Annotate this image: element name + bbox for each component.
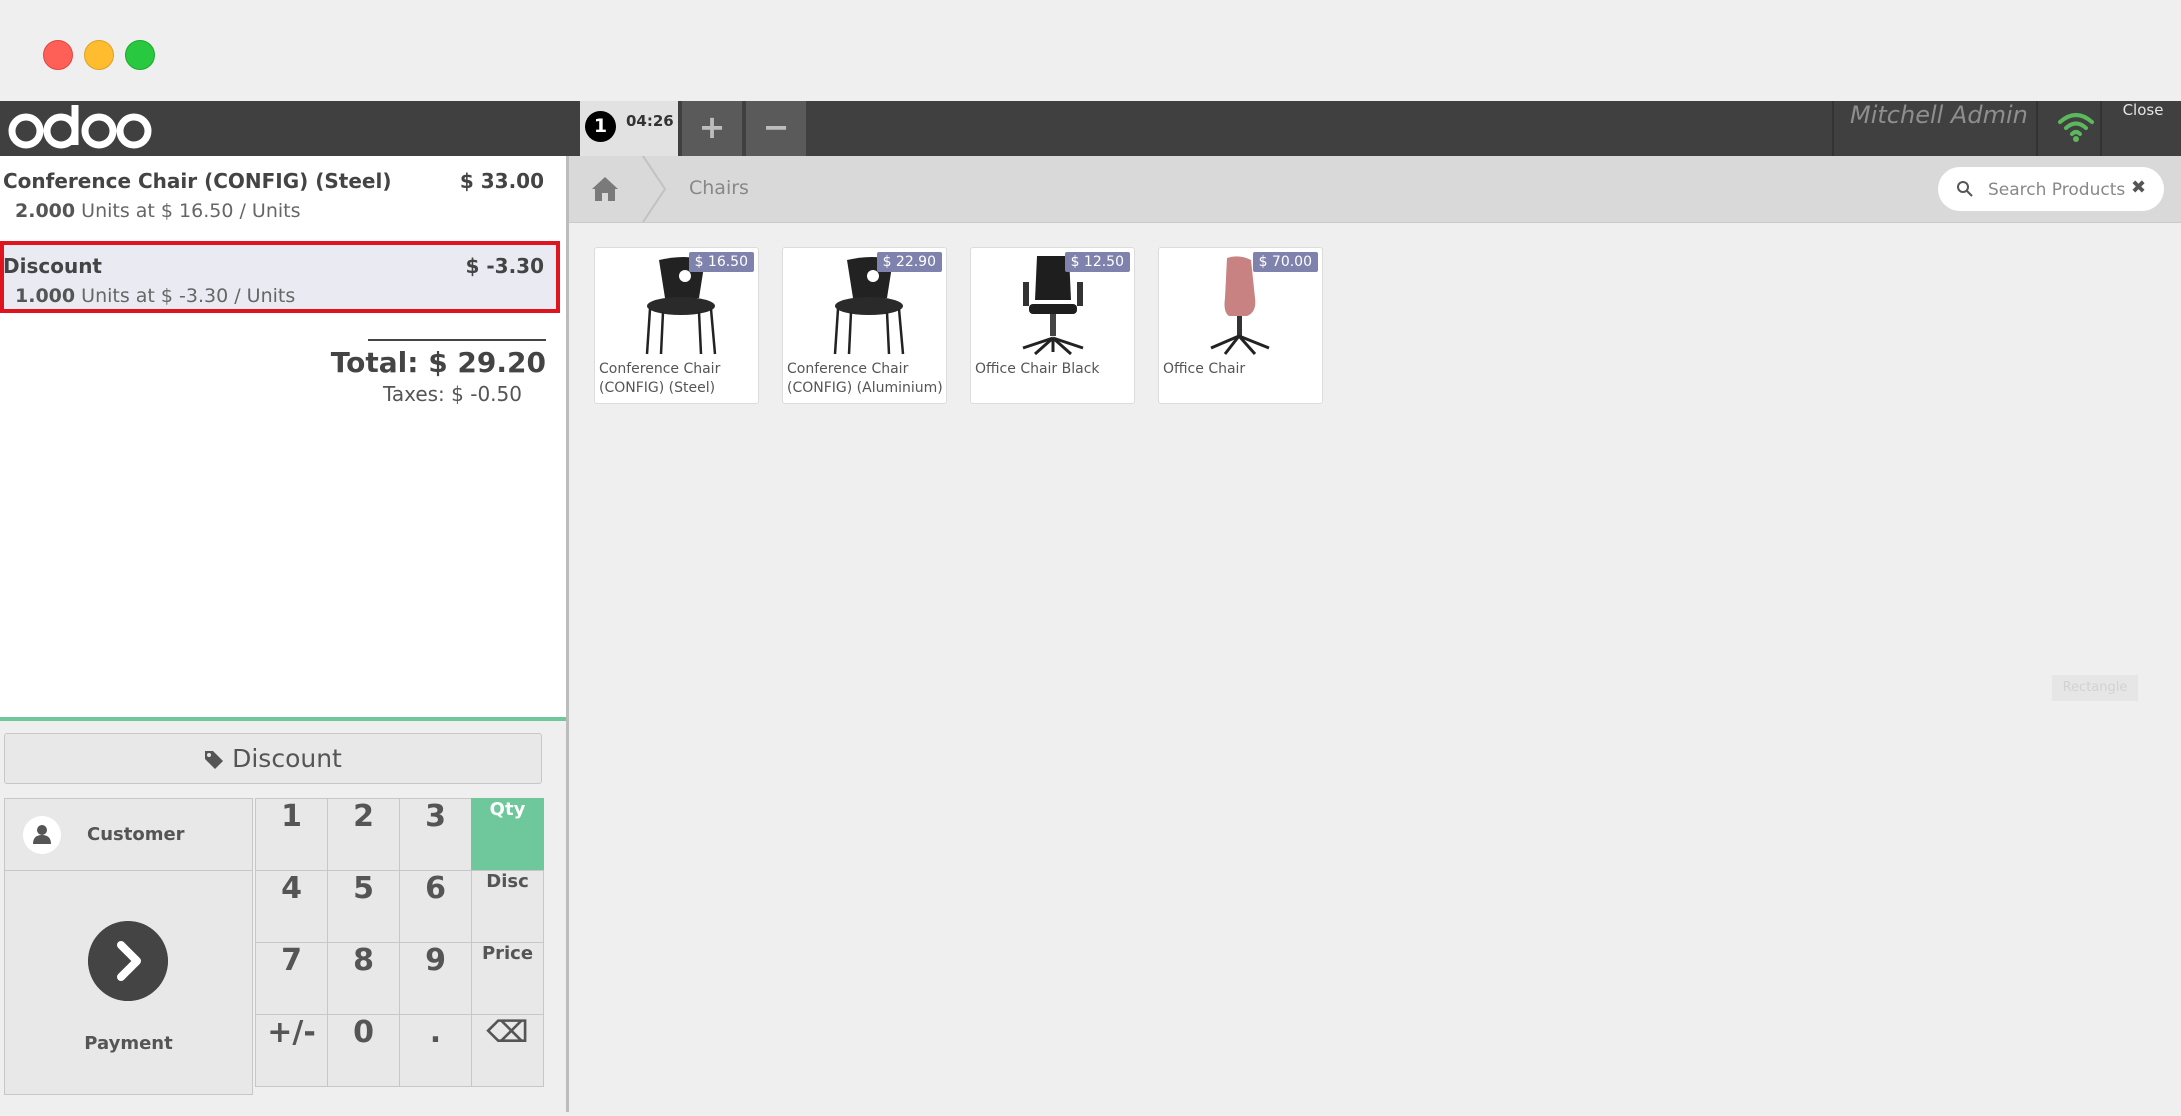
order-line-qty: 1.000 bbox=[15, 285, 76, 307]
order-line-name: Discount bbox=[3, 254, 102, 278]
product-price-badge: $ 12.50 bbox=[1064, 252, 1130, 272]
numpad-key-5[interactable]: 5 bbox=[327, 870, 400, 943]
numpad-key-0[interactable]: 0 bbox=[327, 1014, 400, 1087]
odoo-logo bbox=[8, 105, 152, 149]
search-box[interactable]: Search Products ✖ bbox=[1938, 167, 2164, 211]
window-close-button[interactable] bbox=[43, 40, 73, 70]
numpad-key-1[interactable]: 1 bbox=[255, 798, 328, 871]
order-line-info: 1.000 Units at $ -3.30 / Units bbox=[15, 285, 295, 307]
discount-button[interactable]: Discount bbox=[4, 733, 542, 784]
customer-label: Customer bbox=[87, 824, 185, 845]
window-maximize-button[interactable] bbox=[125, 40, 155, 70]
total-divider bbox=[368, 339, 546, 341]
topbar-divider bbox=[1832, 101, 1834, 156]
user-name: Mitchell Admin bbox=[1850, 101, 2028, 129]
payment-button[interactable]: Payment bbox=[4, 870, 253, 1095]
discount-label: Discount bbox=[232, 744, 342, 773]
clear-search-icon[interactable]: ✖ bbox=[2131, 177, 2146, 198]
order-line-name: Conference Chair (CONFIG) (Steel) bbox=[3, 169, 392, 193]
product-name: Conference Chair (CONFIG) (Aluminium) bbox=[787, 361, 943, 396]
order-time: 04:26 bbox=[626, 112, 674, 130]
order-taxes: Taxes: $ -0.50 bbox=[382, 382, 522, 406]
order-total: Total: $ 29.20 bbox=[330, 346, 546, 379]
delete-order-button[interactable]: − bbox=[746, 101, 806, 156]
tag-icon bbox=[205, 751, 224, 769]
topbar-divider bbox=[2100, 101, 2102, 156]
product-card[interactable]: $ 12.50 Office Chair Black bbox=[970, 247, 1135, 404]
product-card[interactable]: $ 16.50 Conference Chair (CONFIG) (Steel… bbox=[594, 247, 759, 404]
order-line[interactable]: Conference Chair (CONFIG) (Steel) $ 33.0… bbox=[0, 156, 560, 228]
customer-button[interactable]: Customer bbox=[4, 798, 253, 871]
order-number-badge: 1 bbox=[585, 111, 616, 142]
numpad-key-9[interactable]: 9 bbox=[399, 942, 472, 1015]
mode-disc-button[interactable]: Disc bbox=[471, 870, 544, 943]
product-name: Conference Chair (CONFIG) (Steel) bbox=[599, 361, 721, 396]
user-icon bbox=[23, 816, 61, 854]
order-line-selected[interactable]: Discount $ -3.30 1.000 Units at $ -3.30 … bbox=[0, 241, 560, 313]
order-line-detail: Units at $ 16.50 / Units bbox=[81, 200, 301, 222]
breadcrumb-chairs[interactable]: Chairs bbox=[689, 177, 749, 199]
topbar-divider bbox=[2036, 101, 2038, 156]
order-line-price: $ 33.00 bbox=[459, 169, 544, 193]
wifi-icon bbox=[2058, 113, 2094, 142]
product-price-badge: $ 22.90 bbox=[876, 252, 942, 272]
order-line-price: $ -3.30 bbox=[465, 254, 544, 278]
breadcrumb: Chairs Search Products ✖ bbox=[569, 156, 2181, 223]
home-icon[interactable] bbox=[569, 156, 641, 222]
search-icon bbox=[1957, 181, 1973, 197]
breadcrumb-separator bbox=[642, 156, 667, 222]
window-minimize-button[interactable] bbox=[84, 40, 114, 70]
product-name: Office Chair bbox=[1163, 361, 1246, 377]
control-pad: Discount Customer Payment 1 2 3 Qty 4 5 … bbox=[0, 717, 566, 1116]
numpad-key-3[interactable]: 3 bbox=[399, 798, 472, 871]
new-order-button[interactable]: + bbox=[682, 101, 742, 156]
order-line-info: 2.000 Units at $ 16.50 / Units bbox=[15, 200, 300, 222]
window-titlebar bbox=[0, 0, 2181, 101]
chevron-right-icon bbox=[88, 921, 168, 1001]
product-name: Office Chair Black bbox=[975, 361, 1100, 377]
order-tab[interactable]: 1 04:26 bbox=[580, 101, 678, 156]
product-price-badge: $ 16.50 bbox=[688, 252, 754, 272]
numpad-key-8[interactable]: 8 bbox=[327, 942, 400, 1015]
numpad-key-6[interactable]: 6 bbox=[399, 870, 472, 943]
close-session-button[interactable]: Close bbox=[2105, 101, 2181, 156]
order-line-detail: Units at $ -3.30 / Units bbox=[81, 285, 296, 307]
numpad-key-dot[interactable]: . bbox=[399, 1014, 472, 1087]
search-input[interactable]: Search Products bbox=[1988, 180, 2125, 200]
product-card[interactable]: $ 22.90 Conference Chair (CONFIG) (Alumi… bbox=[782, 247, 947, 404]
product-card[interactable]: $ 70.00 Office Chair bbox=[1158, 247, 1323, 404]
payment-label: Payment bbox=[84, 1033, 173, 1054]
products-screen: Chairs Search Products ✖ $ 16.50 Confere… bbox=[569, 156, 2181, 1112]
numpad-key-plus-minus[interactable]: +/- bbox=[255, 1014, 328, 1087]
order-line-qty: 2.000 bbox=[15, 200, 76, 222]
numpad-key-2[interactable]: 2 bbox=[327, 798, 400, 871]
ghost-label: Rectangle bbox=[2052, 675, 2138, 701]
numpad-key-7[interactable]: 7 bbox=[255, 942, 328, 1015]
mode-qty-button[interactable]: Qty bbox=[471, 798, 544, 871]
numpad-key-4[interactable]: 4 bbox=[255, 870, 328, 943]
backspace-button[interactable]: ⌫ bbox=[471, 1014, 544, 1087]
product-price-badge: $ 70.00 bbox=[1252, 252, 1318, 272]
mode-price-button[interactable]: Price bbox=[471, 942, 544, 1015]
